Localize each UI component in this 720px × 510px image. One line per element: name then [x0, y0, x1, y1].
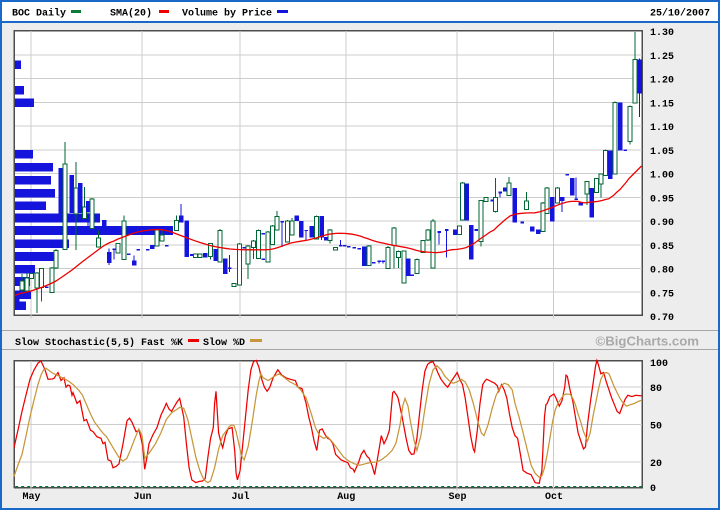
svg-text:BOC Daily: BOC Daily [12, 7, 66, 19]
svg-text:©BigCharts.com: ©BigCharts.com [595, 333, 699, 348]
svg-text:0.90: 0.90 [650, 218, 674, 229]
svg-text:Sep: Sep [448, 492, 466, 503]
svg-text:Volume by Price: Volume by Price [182, 7, 272, 19]
svg-text:May: May [22, 492, 40, 503]
svg-text:Jun: Jun [133, 492, 151, 503]
svg-text:0.95: 0.95 [650, 194, 674, 205]
svg-text:Jul: Jul [231, 491, 249, 503]
svg-text:Aug: Aug [337, 492, 355, 503]
svg-text:0.75: 0.75 [650, 289, 674, 300]
svg-text:Slow Stochastic(5,5) Fast %K: Slow Stochastic(5,5) Fast %K [15, 337, 183, 349]
svg-text:1.30: 1.30 [650, 28, 674, 39]
svg-text:1.25: 1.25 [650, 52, 674, 63]
svg-text:Oct: Oct [545, 492, 563, 503]
svg-text:1.05: 1.05 [650, 147, 674, 158]
svg-text:1.20: 1.20 [650, 76, 674, 87]
svg-text:0.85: 0.85 [650, 242, 674, 253]
svg-text:0: 0 [650, 484, 656, 495]
svg-text:25/10/2007: 25/10/2007 [650, 7, 710, 19]
svg-text:Slow %D: Slow %D [203, 337, 245, 349]
svg-text:1.10: 1.10 [650, 123, 674, 134]
svg-text:80: 80 [650, 384, 662, 395]
svg-text:20: 20 [650, 459, 662, 470]
svg-text:1.15: 1.15 [650, 99, 674, 110]
svg-text:50: 50 [650, 422, 662, 433]
svg-text:0.70: 0.70 [650, 313, 674, 324]
svg-text:100: 100 [650, 359, 668, 370]
svg-text:SMA(20): SMA(20) [110, 7, 152, 19]
svg-text:1.00: 1.00 [650, 171, 674, 182]
svg-text:0.80: 0.80 [650, 266, 674, 277]
